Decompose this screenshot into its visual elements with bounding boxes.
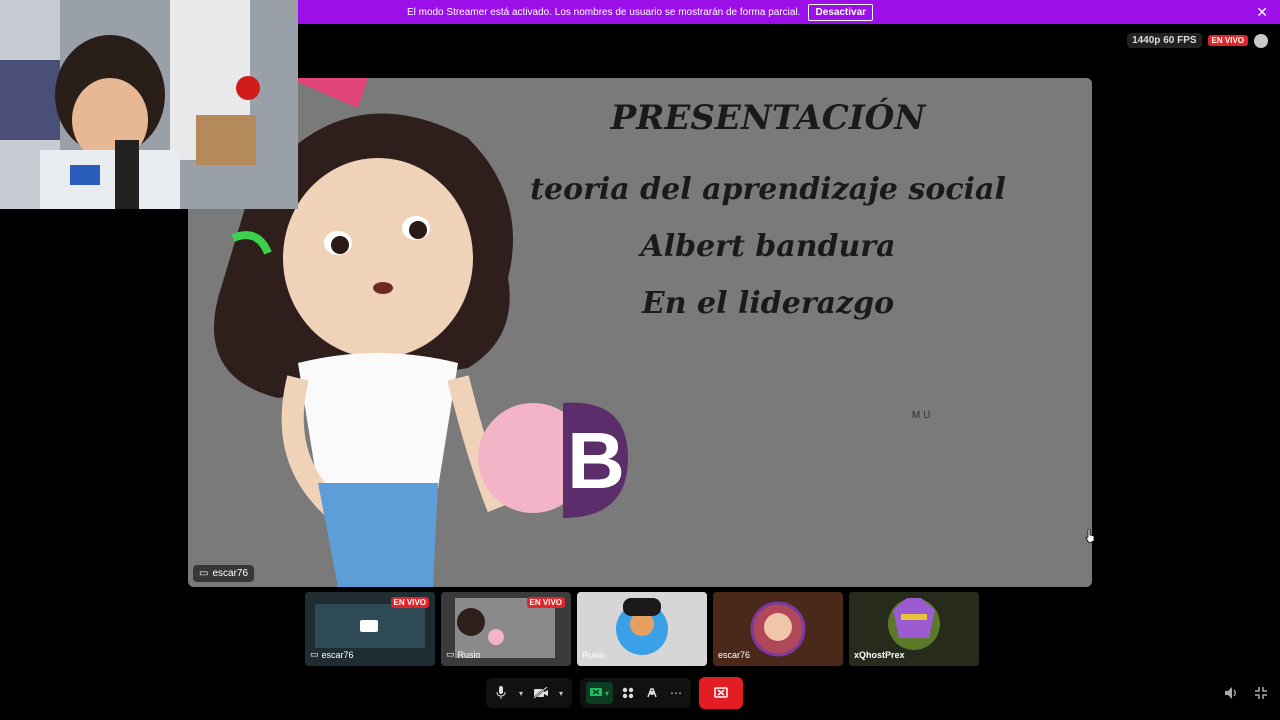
banner-message: El modo Streamer está activado. Los nomb… xyxy=(406,6,801,18)
exit-fullscreen-icon[interactable] xyxy=(1254,686,1268,705)
stage-name-tag: ▭ escar76 xyxy=(193,565,255,582)
screen-icon: ▭ xyxy=(446,649,455,659)
participant-tile[interactable]: EN VIVO ▭ Rusio xyxy=(441,592,571,666)
participant-tile[interactable]: Rusio xyxy=(577,592,707,666)
participant-name: Rusio xyxy=(582,650,606,660)
main-stream-view[interactable]: B PRESENTACIÓN teoria del aprendizaje so… xyxy=(188,78,1092,587)
participant-thumbnails: EN VIVO ▭ escar76 EN VIVO ▭ Rusio Rusio es… xyxy=(305,592,979,666)
hand-cursor-icon xyxy=(1085,529,1095,543)
participant-name: xQhostPrex xyxy=(854,650,905,660)
presentation-mark: M U xyxy=(912,410,931,421)
chevron-down-icon[interactable]: ▾ xyxy=(556,684,566,702)
deactivate-button[interactable]: Desactivar xyxy=(808,3,874,21)
participant-name: escar76 xyxy=(718,650,751,660)
volume-icon[interactable] xyxy=(1224,686,1238,705)
live-badge: EN VIVO xyxy=(390,597,429,608)
chevron-down-icon[interactable]: ▾ xyxy=(516,684,526,702)
presentation-line-1: teoria del aprendizaje social xyxy=(530,172,1006,207)
stage-streamer-name: escar76 xyxy=(212,568,249,579)
screen-icon: ▭ xyxy=(310,649,319,659)
camera-off-icon[interactable] xyxy=(532,684,550,702)
screen-icon: ▭ xyxy=(199,568,209,579)
activities-icon[interactable] xyxy=(619,684,637,702)
participant-tile[interactable]: escar76 xyxy=(713,592,843,666)
live-badge: EN VIVO xyxy=(526,597,565,608)
live-badge: EN VIVO xyxy=(1207,35,1248,46)
audio-video-group: ▾ ▾ xyxy=(486,678,572,708)
presentation-title: PRESENTACIÓN xyxy=(610,98,926,138)
soundboard-icon[interactable] xyxy=(643,684,661,702)
presentation-line-2: Albert bandura xyxy=(640,229,896,264)
microphone-icon[interactable] xyxy=(492,684,510,702)
participant-name: ▭ Rusio xyxy=(446,649,481,660)
leave-call-button[interactable] xyxy=(699,677,744,709)
presentation-line-3: En el liderazgo xyxy=(641,286,895,321)
participant-name: ▭ escar76 xyxy=(310,649,354,660)
share-group: ▾ ⋯ xyxy=(580,678,692,708)
stream-info: 1440p 60 FPS EN VIVO xyxy=(1127,33,1268,48)
chat-icon[interactable] xyxy=(1254,33,1268,48)
quality-badge[interactable]: 1440p 60 FPS xyxy=(1127,33,1202,48)
webcam-overlay xyxy=(0,0,298,209)
screen-share-button[interactable]: ▾ xyxy=(586,682,614,704)
participant-tile[interactable]: EN VIVO ▭ escar76 xyxy=(305,592,435,666)
bottom-right-controls xyxy=(1224,686,1268,705)
more-options-icon[interactable]: ⋯ xyxy=(667,684,685,702)
participant-tile[interactable]: xQhostPrex xyxy=(849,592,979,666)
close-icon[interactable]: ✕ xyxy=(1256,4,1268,21)
chevron-down-icon[interactable]: ▾ xyxy=(605,689,609,698)
brain-letter: B xyxy=(567,416,625,505)
call-controls: ▾ ▾ ▾ ⋯ xyxy=(486,677,744,709)
presentation-text: PRESENTACIÓN teoria del aprendizaje soci… xyxy=(518,98,1018,321)
